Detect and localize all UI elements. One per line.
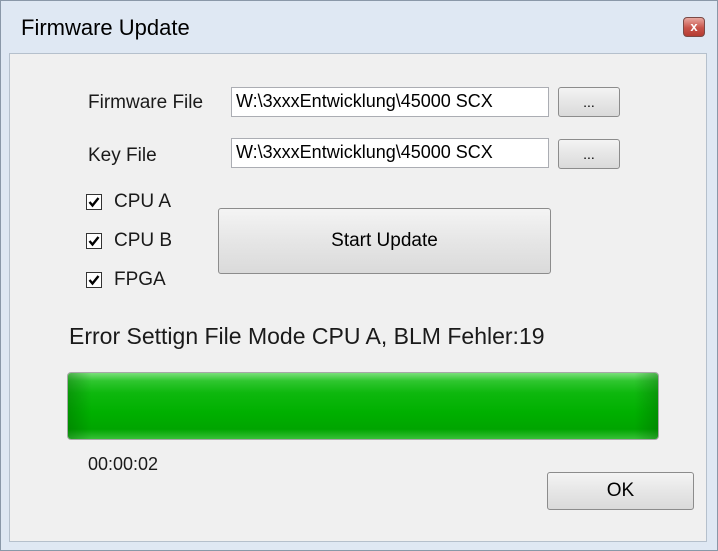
cpu-a-checkbox[interactable] <box>86 194 102 210</box>
cpu-b-checkbox[interactable] <box>86 233 102 249</box>
progress-bar <box>67 372 659 440</box>
fpga-checkbox[interactable] <box>86 272 102 288</box>
window-title: Firmware Update <box>21 15 190 40</box>
ok-button[interactable]: OK <box>547 472 694 510</box>
check-icon <box>88 275 100 286</box>
close-icon: x <box>690 19 698 34</box>
start-update-button[interactable]: Start Update <box>218 208 551 274</box>
firmware-file-label: Firmware File <box>88 92 204 113</box>
fpga-label: FPGA <box>114 269 166 290</box>
key-browse-button[interactable]: ... <box>558 139 620 169</box>
key-file-input[interactable]: W:\3xxxEntwicklung\45000 SCX <box>231 138 549 168</box>
title-bar: Firmware Update x <box>1 1 717 53</box>
cpu-b-label: CPU B <box>114 230 173 251</box>
elapsed-time: 00:00:02 <box>88 454 159 474</box>
check-icon <box>88 236 100 247</box>
status-message: Error Settign File Mode CPU A, BLM Fehle… <box>69 323 545 349</box>
firmware-browse-button[interactable]: ... <box>558 87 620 117</box>
progress-bar-fill <box>68 373 658 439</box>
firmware-file-input[interactable]: W:\3xxxEntwicklung\45000 SCX <box>231 87 549 117</box>
close-button[interactable]: x <box>683 17 705 37</box>
check-icon <box>88 197 100 208</box>
firmware-update-window: Firmware Update x Firmware File W:\3xxxE… <box>0 0 718 551</box>
key-file-label: Key File <box>88 145 157 166</box>
cpu-a-label: CPU A <box>114 191 172 212</box>
dialog-body: Firmware File W:\3xxxEntwicklung\45000 S… <box>9 53 707 542</box>
